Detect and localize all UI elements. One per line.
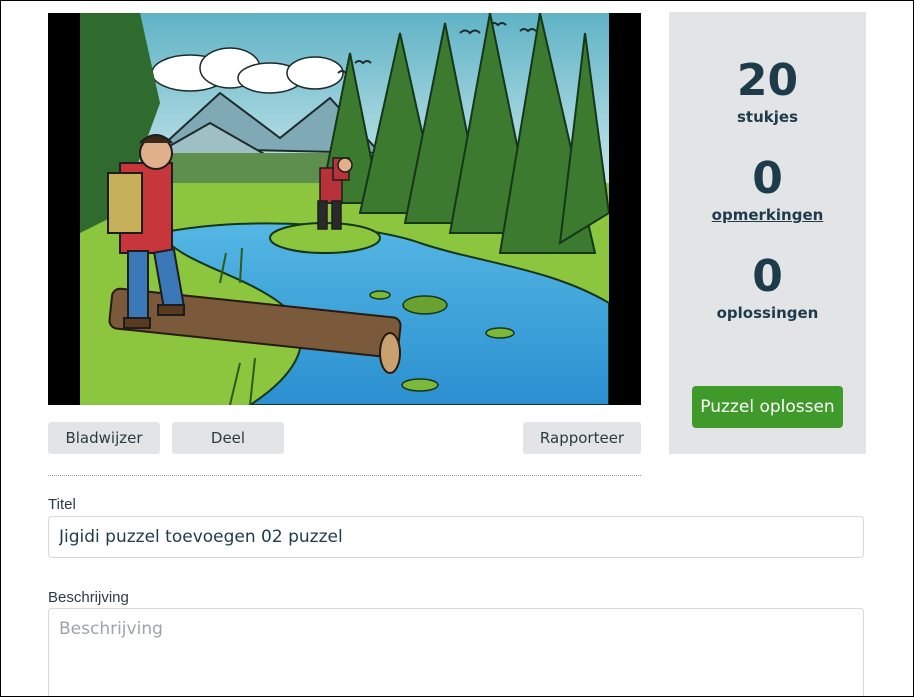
- description-label: Beschrijving: [48, 589, 129, 606]
- title-input[interactable]: [48, 516, 864, 558]
- solutions-count: 0: [752, 251, 783, 302]
- puzzle-illustration: [80, 13, 609, 405]
- title-label: Titel: [48, 496, 76, 513]
- solve-puzzle-button[interactable]: Puzzel oplossen: [692, 386, 843, 428]
- solutions-label: oplossingen: [716, 304, 819, 322]
- comments-count: 0: [752, 153, 783, 204]
- puzzle-stats-panel: 20 stukjes 0 opmerkingen 0 oplossingen P…: [669, 12, 866, 454]
- page: Bladwijzer Deel Rapporteer 20 stukjes 0 …: [0, 0, 914, 697]
- description-input[interactable]: [48, 608, 864, 696]
- section-divider: [48, 475, 641, 476]
- report-button[interactable]: Rapporteer: [523, 422, 641, 454]
- puzzle-preview-image[interactable]: [48, 13, 641, 405]
- share-button[interactable]: Deel: [172, 422, 284, 454]
- bookmark-button[interactable]: Bladwijzer: [48, 422, 160, 454]
- pieces-count: 20: [736, 55, 799, 106]
- pieces-label: stukjes: [737, 108, 798, 126]
- comments-link[interactable]: opmerkingen: [669, 206, 866, 224]
